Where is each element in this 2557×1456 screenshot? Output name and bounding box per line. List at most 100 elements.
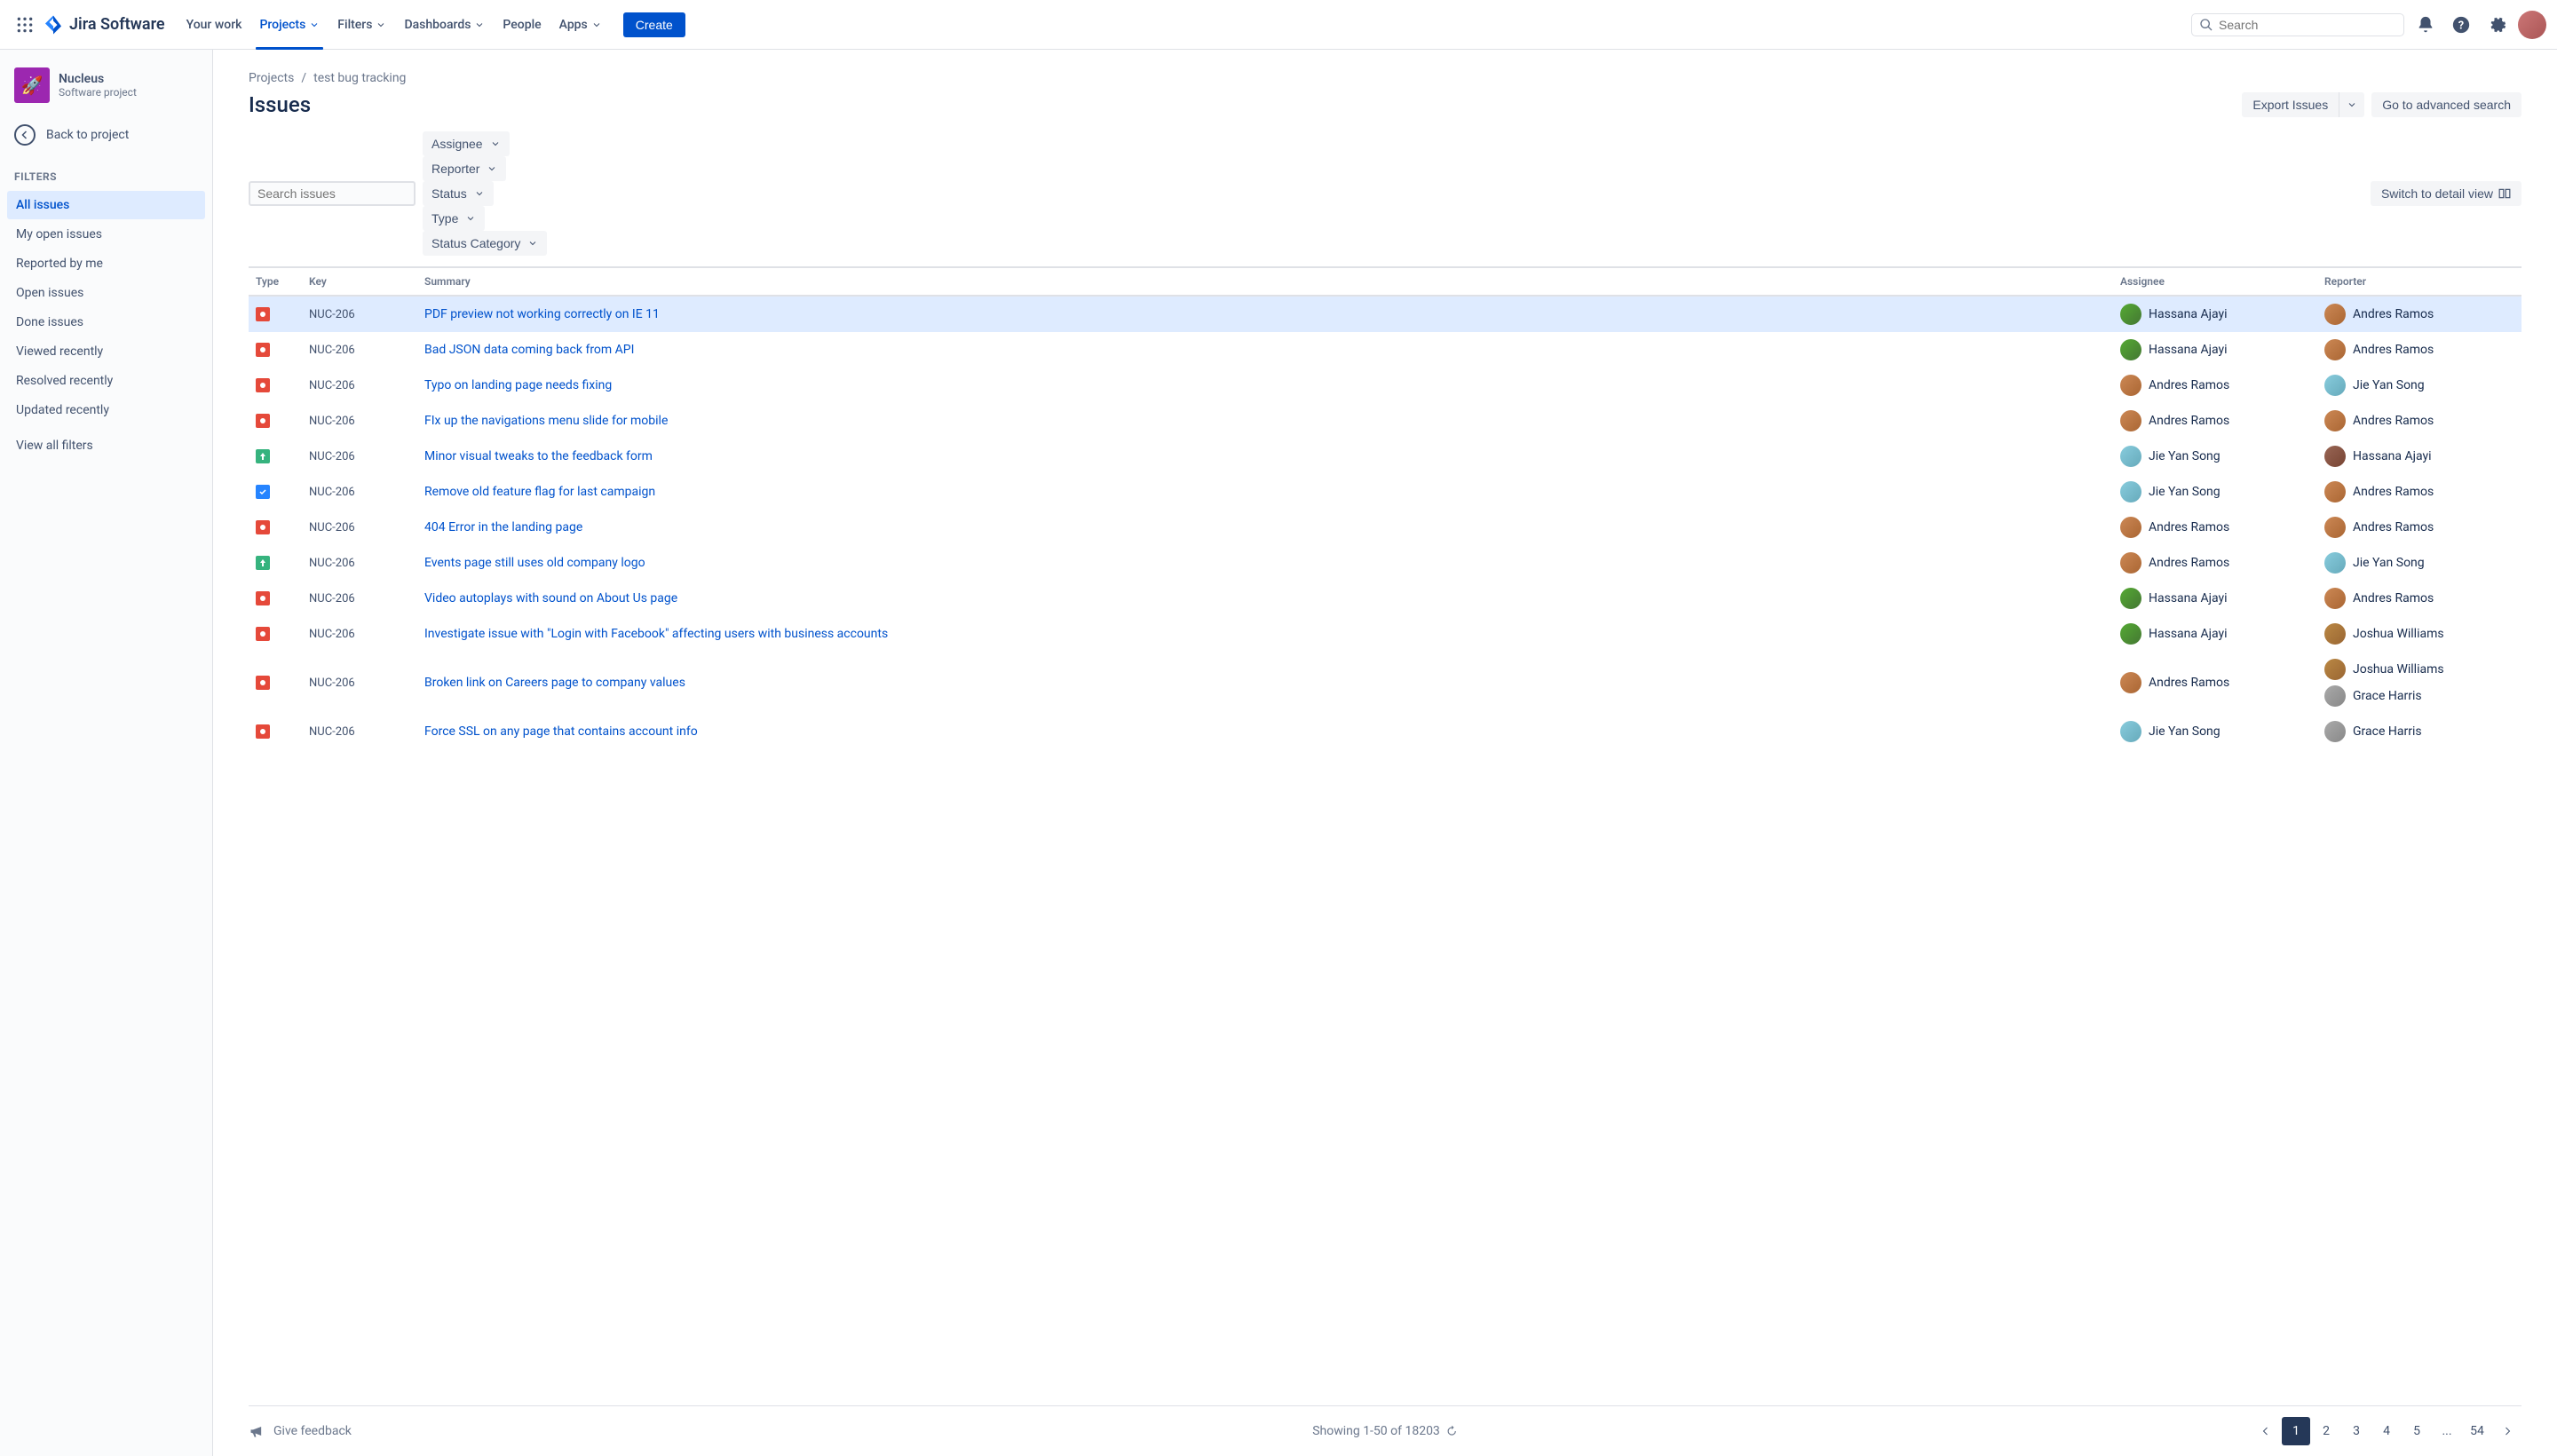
col-summary[interactable]: Summary — [417, 268, 2113, 296]
refresh-icon[interactable] — [1445, 1425, 1458, 1437]
issues-table-wrap[interactable]: TypeKeySummaryAssigneeReporter NUC-206 P… — [249, 266, 2521, 1405]
nav-item-apps[interactable]: Apps — [552, 0, 609, 50]
advanced-search-button[interactable]: Go to advanced search — [2371, 92, 2521, 117]
nav-item-your-work[interactable]: Your work — [179, 0, 249, 50]
issue-row[interactable]: NUC-206 Minor visual tweaks to the feedb… — [249, 439, 2521, 474]
issue-row[interactable]: NUC-206 Force SSL on any page that conta… — [249, 714, 2521, 749]
filter-dropdown-type[interactable]: Type — [423, 206, 485, 231]
notifications-icon[interactable] — [2411, 11, 2440, 39]
issue-row[interactable]: NUC-206 404 Error in the landing page An… — [249, 510, 2521, 545]
back-to-project[interactable]: Back to project — [7, 117, 205, 153]
filter-viewed-recently[interactable]: Viewed recently — [7, 337, 205, 366]
issue-key[interactable]: NUC-206 — [302, 296, 417, 332]
page-5[interactable]: 5 — [2403, 1417, 2431, 1445]
issue-key[interactable]: NUC-206 — [302, 616, 417, 652]
filter-all-issues[interactable]: All issues — [7, 191, 205, 219]
issue-summary[interactable]: Bad JSON data coming back from API — [417, 332, 2113, 368]
issue-row[interactable]: NUC-206 Events page still uses old compa… — [249, 545, 2521, 581]
assignee[interactable]: Andres Ramos — [2120, 672, 2310, 693]
assignee[interactable]: Andres Ramos — [2120, 375, 2310, 396]
filter-dropdown-assignee[interactable]: Assignee — [423, 131, 510, 156]
col-assignee[interactable]: Assignee — [2113, 268, 2317, 296]
reporter[interactable]: Andres Ramos — [2324, 410, 2514, 431]
issue-summary[interactable]: Typo on landing page needs fixing — [417, 368, 2113, 403]
settings-icon[interactable] — [2482, 11, 2511, 39]
give-feedback[interactable]: Give feedback — [249, 1422, 352, 1440]
export-issues-dropdown[interactable] — [2339, 92, 2364, 117]
reporter[interactable]: Jie Yan Song — [2324, 375, 2514, 396]
nav-item-dashboards[interactable]: Dashboards — [397, 0, 492, 50]
issue-summary[interactable]: Minor visual tweaks to the feedback form — [417, 439, 2113, 474]
issue-row[interactable]: NUC-206 Typo on landing page needs fixin… — [249, 368, 2521, 403]
col-type[interactable]: Type — [249, 268, 302, 296]
issue-row[interactable]: NUC-206 Investigate issue with "Login wi… — [249, 616, 2521, 652]
help-icon[interactable]: ? — [2447, 11, 2475, 39]
reporter[interactable]: Joshua Williams — [2324, 659, 2514, 680]
assignee[interactable]: Jie Yan Song — [2120, 481, 2310, 502]
page-4[interactable]: 4 — [2372, 1417, 2401, 1445]
page-prev[interactable] — [2252, 1417, 2280, 1445]
page-54[interactable]: 54 — [2463, 1417, 2491, 1445]
jira-logo[interactable]: Jira Software — [43, 14, 165, 36]
issue-key[interactable]: NUC-206 — [302, 332, 417, 368]
issue-key[interactable]: NUC-206 — [302, 439, 417, 474]
issue-row[interactable]: NUC-206 Remove old feature flag for last… — [249, 474, 2521, 510]
filter-updated-recently[interactable]: Updated recently — [7, 396, 205, 424]
project-header[interactable]: 🚀 Nucleus Software project — [7, 67, 205, 117]
reporter[interactable]: Andres Ramos — [2324, 339, 2514, 360]
issue-row[interactable]: NUC-206 Broken link on Careers page to c… — [249, 652, 2521, 714]
issue-key[interactable]: NUC-206 — [302, 545, 417, 581]
filter-dropdown-status-category[interactable]: Status Category — [423, 231, 547, 256]
issue-key[interactable]: NUC-206 — [302, 403, 417, 439]
issue-summary[interactable]: FIx up the navigations menu slide for mo… — [417, 403, 2113, 439]
col-reporter[interactable]: Reporter — [2317, 268, 2521, 296]
reporter[interactable]: Andres Ramos — [2324, 481, 2514, 502]
issue-key[interactable]: NUC-206 — [302, 581, 417, 616]
global-search-input[interactable] — [2219, 18, 2396, 32]
issue-summary[interactable]: Remove old feature flag for last campaig… — [417, 474, 2113, 510]
page-2[interactable]: 2 — [2312, 1417, 2340, 1445]
assignee[interactable]: Hassana Ajayi — [2120, 304, 2310, 325]
nav-item-people[interactable]: People — [495, 0, 548, 50]
issue-summary[interactable]: Video autoplays with sound on About Us p… — [417, 581, 2113, 616]
assignee[interactable]: Andres Ramos — [2120, 517, 2310, 538]
assignee[interactable]: Hassana Ajayi — [2120, 588, 2310, 609]
filter-reported-by-me[interactable]: Reported by me — [7, 249, 205, 278]
issue-key[interactable]: NUC-206 — [302, 652, 417, 714]
user-avatar[interactable] — [2518, 11, 2546, 39]
search-issues-input[interactable] — [257, 186, 418, 201]
issue-summary[interactable]: Investigate issue with "Login with Faceb… — [417, 616, 2113, 652]
issue-row[interactable]: NUC-206 Bad JSON data coming back from A… — [249, 332, 2521, 368]
assignee[interactable]: Jie Yan Song — [2120, 721, 2310, 742]
assignee[interactable]: Jie Yan Song — [2120, 446, 2310, 467]
issue-key[interactable]: NUC-206 — [302, 368, 417, 403]
reporter[interactable]: Andres Ramos — [2324, 517, 2514, 538]
assignee[interactable]: Hassana Ajayi — [2120, 623, 2310, 645]
export-issues-button[interactable]: Export Issues — [2242, 92, 2339, 117]
filter-open-issues[interactable]: Open issues — [7, 279, 205, 307]
filter-resolved-recently[interactable]: Resolved recently — [7, 367, 205, 395]
issue-key[interactable]: NUC-206 — [302, 474, 417, 510]
filter-my-open-issues[interactable]: My open issues — [7, 220, 205, 249]
switch-view-button[interactable]: Switch to detail view — [2371, 181, 2521, 206]
reporter[interactable]: Hassana Ajayi — [2324, 446, 2514, 467]
page-next[interactable] — [2493, 1417, 2521, 1445]
issue-key[interactable]: NUC-206 — [302, 510, 417, 545]
reporter[interactable]: Grace Harris — [2324, 685, 2514, 707]
page-3[interactable]: 3 — [2342, 1417, 2371, 1445]
app-switcher-icon[interactable] — [11, 11, 39, 39]
issue-summary[interactable]: 404 Error in the landing page — [417, 510, 2113, 545]
search-issues[interactable] — [249, 181, 416, 206]
reporter[interactable]: Grace Harris — [2324, 721, 2514, 742]
issue-summary[interactable]: Events page still uses old company logo — [417, 545, 2113, 581]
issue-row[interactable]: NUC-206 PDF preview not working correctl… — [249, 296, 2521, 332]
assignee[interactable]: Andres Ramos — [2120, 410, 2310, 431]
view-all-filters[interactable]: View all filters — [7, 431, 205, 460]
issue-summary[interactable]: Broken link on Careers page to company v… — [417, 652, 2113, 714]
reporter[interactable]: Jie Yan Song — [2324, 552, 2514, 574]
assignee[interactable]: Hassana Ajayi — [2120, 339, 2310, 360]
issue-summary[interactable]: Force SSL on any page that contains acco… — [417, 714, 2113, 749]
create-button[interactable]: Create — [623, 12, 685, 37]
issue-row[interactable]: NUC-206 FIx up the navigations menu slid… — [249, 403, 2521, 439]
col-key[interactable]: Key — [302, 268, 417, 296]
